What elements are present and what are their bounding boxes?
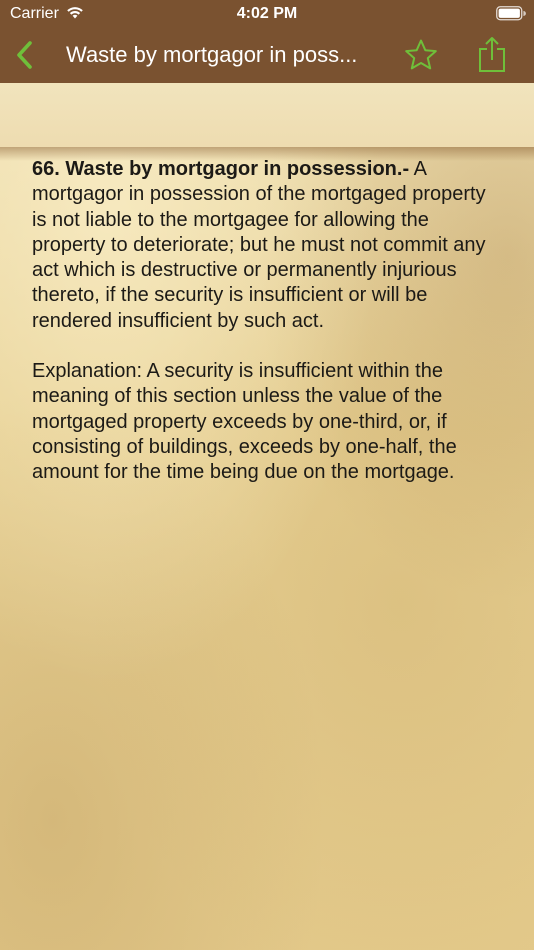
page-title: Waste by mortgagor in poss... <box>66 42 358 67</box>
section-content: 66. Waste by mortgagor in possession.- A… <box>32 157 504 511</box>
status-bar: Carrier 4:02 PM <box>0 0 534 28</box>
status-time: 4:02 PM <box>236 5 298 22</box>
navigation-bar: Waste by mortgagor in poss... <box>0 28 534 83</box>
star-outline-icon[interactable] <box>404 38 438 72</box>
section-heading: 66. Waste by mortgagor in possession.- <box>32 158 410 180</box>
section-explanation: Explanation: A security is insufficient … <box>32 360 457 484</box>
section-paragraph: 66. Waste by mortgagor in possession.- A… <box>32 157 504 334</box>
share-icon[interactable] <box>476 36 508 74</box>
battery-icon <box>496 6 526 21</box>
chevron-left-icon[interactable] <box>12 40 42 70</box>
section-body: A mortgagor in possession of the mortgag… <box>32 158 486 332</box>
paper-top-band <box>0 83 534 147</box>
